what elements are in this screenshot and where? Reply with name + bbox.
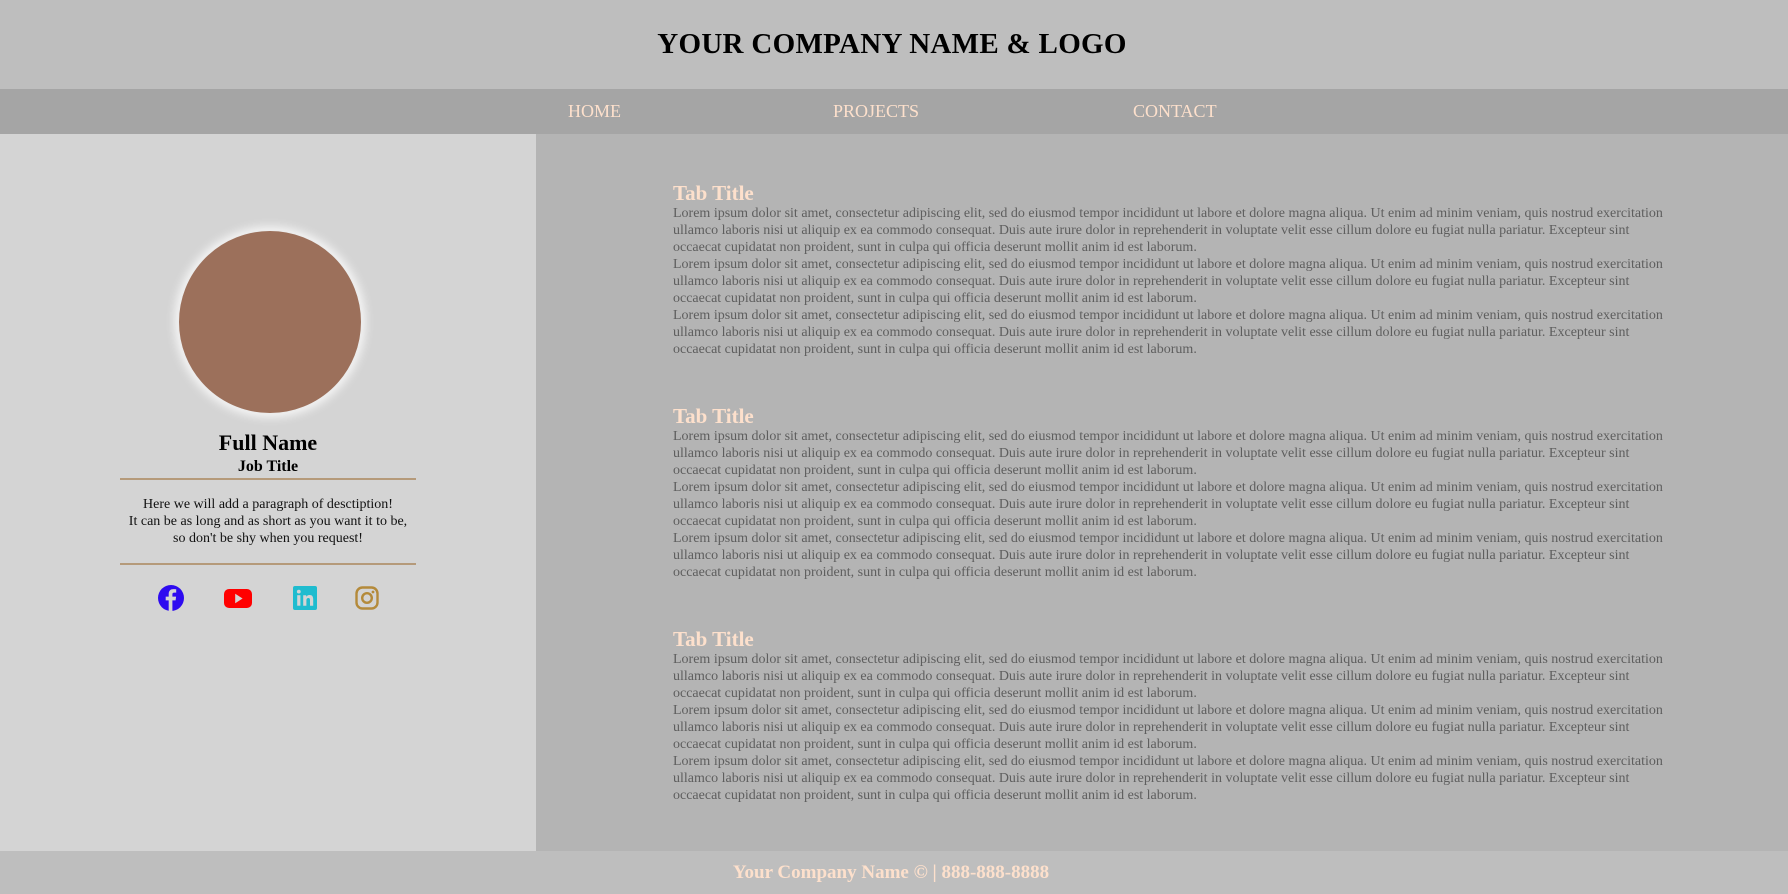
main-content: Tab Title Lorem ipsum dolor sit amet, co… bbox=[536, 134, 1788, 851]
content-section: Tab Title Lorem ipsum dolor sit amet, co… bbox=[673, 404, 1673, 581]
section-paragraph: Lorem ipsum dolor sit amet, consectetur … bbox=[673, 531, 1663, 580]
section-paragraph: Lorem ipsum dolor sit amet, consectetur … bbox=[673, 429, 1663, 478]
content-section: Tab Title Lorem ipsum dolor sit amet, co… bbox=[673, 181, 1673, 358]
description-line: so don't be shy when you request! bbox=[173, 531, 363, 546]
nav-projects[interactable]: PROJECTS bbox=[833, 101, 919, 122]
site-header: YOUR COMPANY NAME & LOGO bbox=[0, 0, 1788, 89]
section-paragraph: Lorem ipsum dolor sit amet, consectetur … bbox=[673, 308, 1663, 357]
profile-description: Here we will add a paragraph of desctipt… bbox=[100, 496, 436, 547]
description-line: It can be as long and as short as you wa… bbox=[128, 514, 408, 529]
section-paragraph: Lorem ipsum dolor sit amet, consectetur … bbox=[673, 257, 1663, 306]
company-logo-title: YOUR COMPANY NAME & LOGO bbox=[657, 28, 1127, 60]
section-title: Tab Title bbox=[673, 627, 754, 651]
section-paragraph: Lorem ipsum dolor sit amet, consectetur … bbox=[673, 652, 1663, 701]
footer-text: Your Company Name © | 888-888-8888 bbox=[732, 861, 1050, 883]
main-nav: HOME PROJECTS CONTACT bbox=[0, 89, 1788, 134]
instagram-icon[interactable] bbox=[352, 583, 382, 613]
profile-full-name: Full Name bbox=[218, 430, 318, 455]
profile-job-title: Job Title bbox=[237, 458, 299, 475]
nav-home[interactable]: HOME bbox=[568, 101, 621, 122]
profile-divider-bottom bbox=[120, 563, 416, 565]
youtube-icon[interactable] bbox=[223, 583, 253, 613]
avatar bbox=[177, 229, 363, 415]
facebook-icon[interactable] bbox=[156, 583, 186, 613]
content-section: Tab Title Lorem ipsum dolor sit amet, co… bbox=[673, 627, 1673, 804]
nav-contact[interactable]: CONTACT bbox=[1133, 101, 1217, 122]
section-title: Tab Title bbox=[673, 404, 754, 428]
description-line: Here we will add a paragraph of desctipt… bbox=[143, 497, 393, 512]
section-paragraph: Lorem ipsum dolor sit amet, consectetur … bbox=[673, 480, 1663, 529]
linkedin-icon[interactable] bbox=[290, 583, 320, 613]
profile-sidebar: Full Name Job Title Here we will add a p… bbox=[0, 134, 536, 851]
section-title: Tab Title bbox=[673, 181, 754, 205]
section-paragraph: Lorem ipsum dolor sit amet, consectetur … bbox=[673, 703, 1663, 752]
section-paragraph: Lorem ipsum dolor sit amet, consectetur … bbox=[673, 206, 1663, 255]
profile-divider-top bbox=[120, 478, 416, 480]
site-footer: Your Company Name © | 888-888-8888 bbox=[0, 851, 1788, 894]
section-paragraph: Lorem ipsum dolor sit amet, consectetur … bbox=[673, 754, 1663, 803]
